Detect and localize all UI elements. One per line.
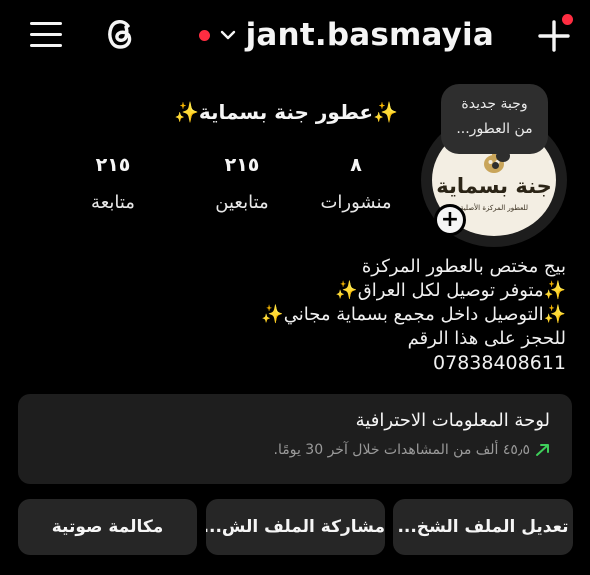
bio-line: للحجز على هذا الرقم: [407, 328, 566, 349]
add-story-button[interactable]: +: [434, 204, 466, 236]
note-line: وجبة جديدة: [461, 96, 528, 112]
stat-value: ٢١٥: [224, 154, 260, 176]
voice-call-button[interactable]: مكالمة صوتية: [18, 499, 197, 555]
notification-dot: [562, 14, 573, 25]
bio-phone[interactable]: 07838408611: [26, 351, 566, 375]
stat-label: منشورات: [320, 192, 392, 213]
stat-posts[interactable]: ٨ منشورات: [320, 154, 392, 213]
add-icon: +: [437, 207, 463, 233]
live-dot: [198, 29, 210, 41]
stat-followers[interactable]: ٢١٥ متابعين: [196, 154, 288, 213]
stat-value: ٨: [350, 154, 362, 176]
dashboard-subtitle: ٤٥٫٥ ألف من المشاهدات خلال آخر 30 يومًا.: [273, 442, 531, 458]
stat-value: ٢١٥: [95, 154, 131, 176]
bio-line: بيج مختص بالعطور المركزة: [361, 256, 566, 277]
bio-line: ✨متوفر توصيل لكل العراق✨: [335, 280, 566, 301]
stat-label: متابعة: [91, 192, 135, 213]
threads-icon[interactable]: [100, 14, 140, 54]
avatar-brand-title: جنة بسماية: [436, 174, 552, 198]
edit-profile-button[interactable]: تعديل الملف الشخ...: [393, 499, 573, 555]
note-line: من العطور...: [456, 121, 533, 137]
note-tail-small: [492, 162, 499, 169]
stat-label: متابعين: [215, 192, 269, 213]
share-profile-button[interactable]: مشاركة الملف الش...: [206, 499, 385, 555]
chevron-down-icon[interactable]: [220, 29, 236, 41]
dashboard-subtitle-row: ٤٥٫٥ ألف من المشاهدات خلال آخر 30 يومًا.: [274, 442, 551, 458]
bio-line: ✨التوصيل داخل مجمع بسماية مجاني✨: [261, 304, 566, 325]
username[interactable]: jant.basmayia: [246, 17, 494, 53]
professional-dashboard-card[interactable]: لوحة المعلومات الاحترافية ٤٥٫٥ ألف من ال…: [18, 394, 572, 484]
account-switcher[interactable]: jant.basmayia: [198, 13, 494, 57]
stat-following[interactable]: ٢١٥ متابعة: [80, 154, 146, 213]
display-name: ✨عطور جنة بسماية✨: [173, 100, 398, 124]
dashboard-title: لوحة المعلومات الاحترافية: [355, 410, 550, 431]
bio: بيج مختص بالعطور المركزة ✨متوفر توصيل لك…: [26, 255, 566, 375]
menu-icon[interactable]: [30, 20, 64, 48]
note-tail: [496, 150, 510, 162]
trend-up-icon: [536, 444, 549, 456]
note-text: وجبة جديدة من العطور...: [441, 92, 548, 142]
top-bar: jant.basmayia: [0, 0, 590, 70]
